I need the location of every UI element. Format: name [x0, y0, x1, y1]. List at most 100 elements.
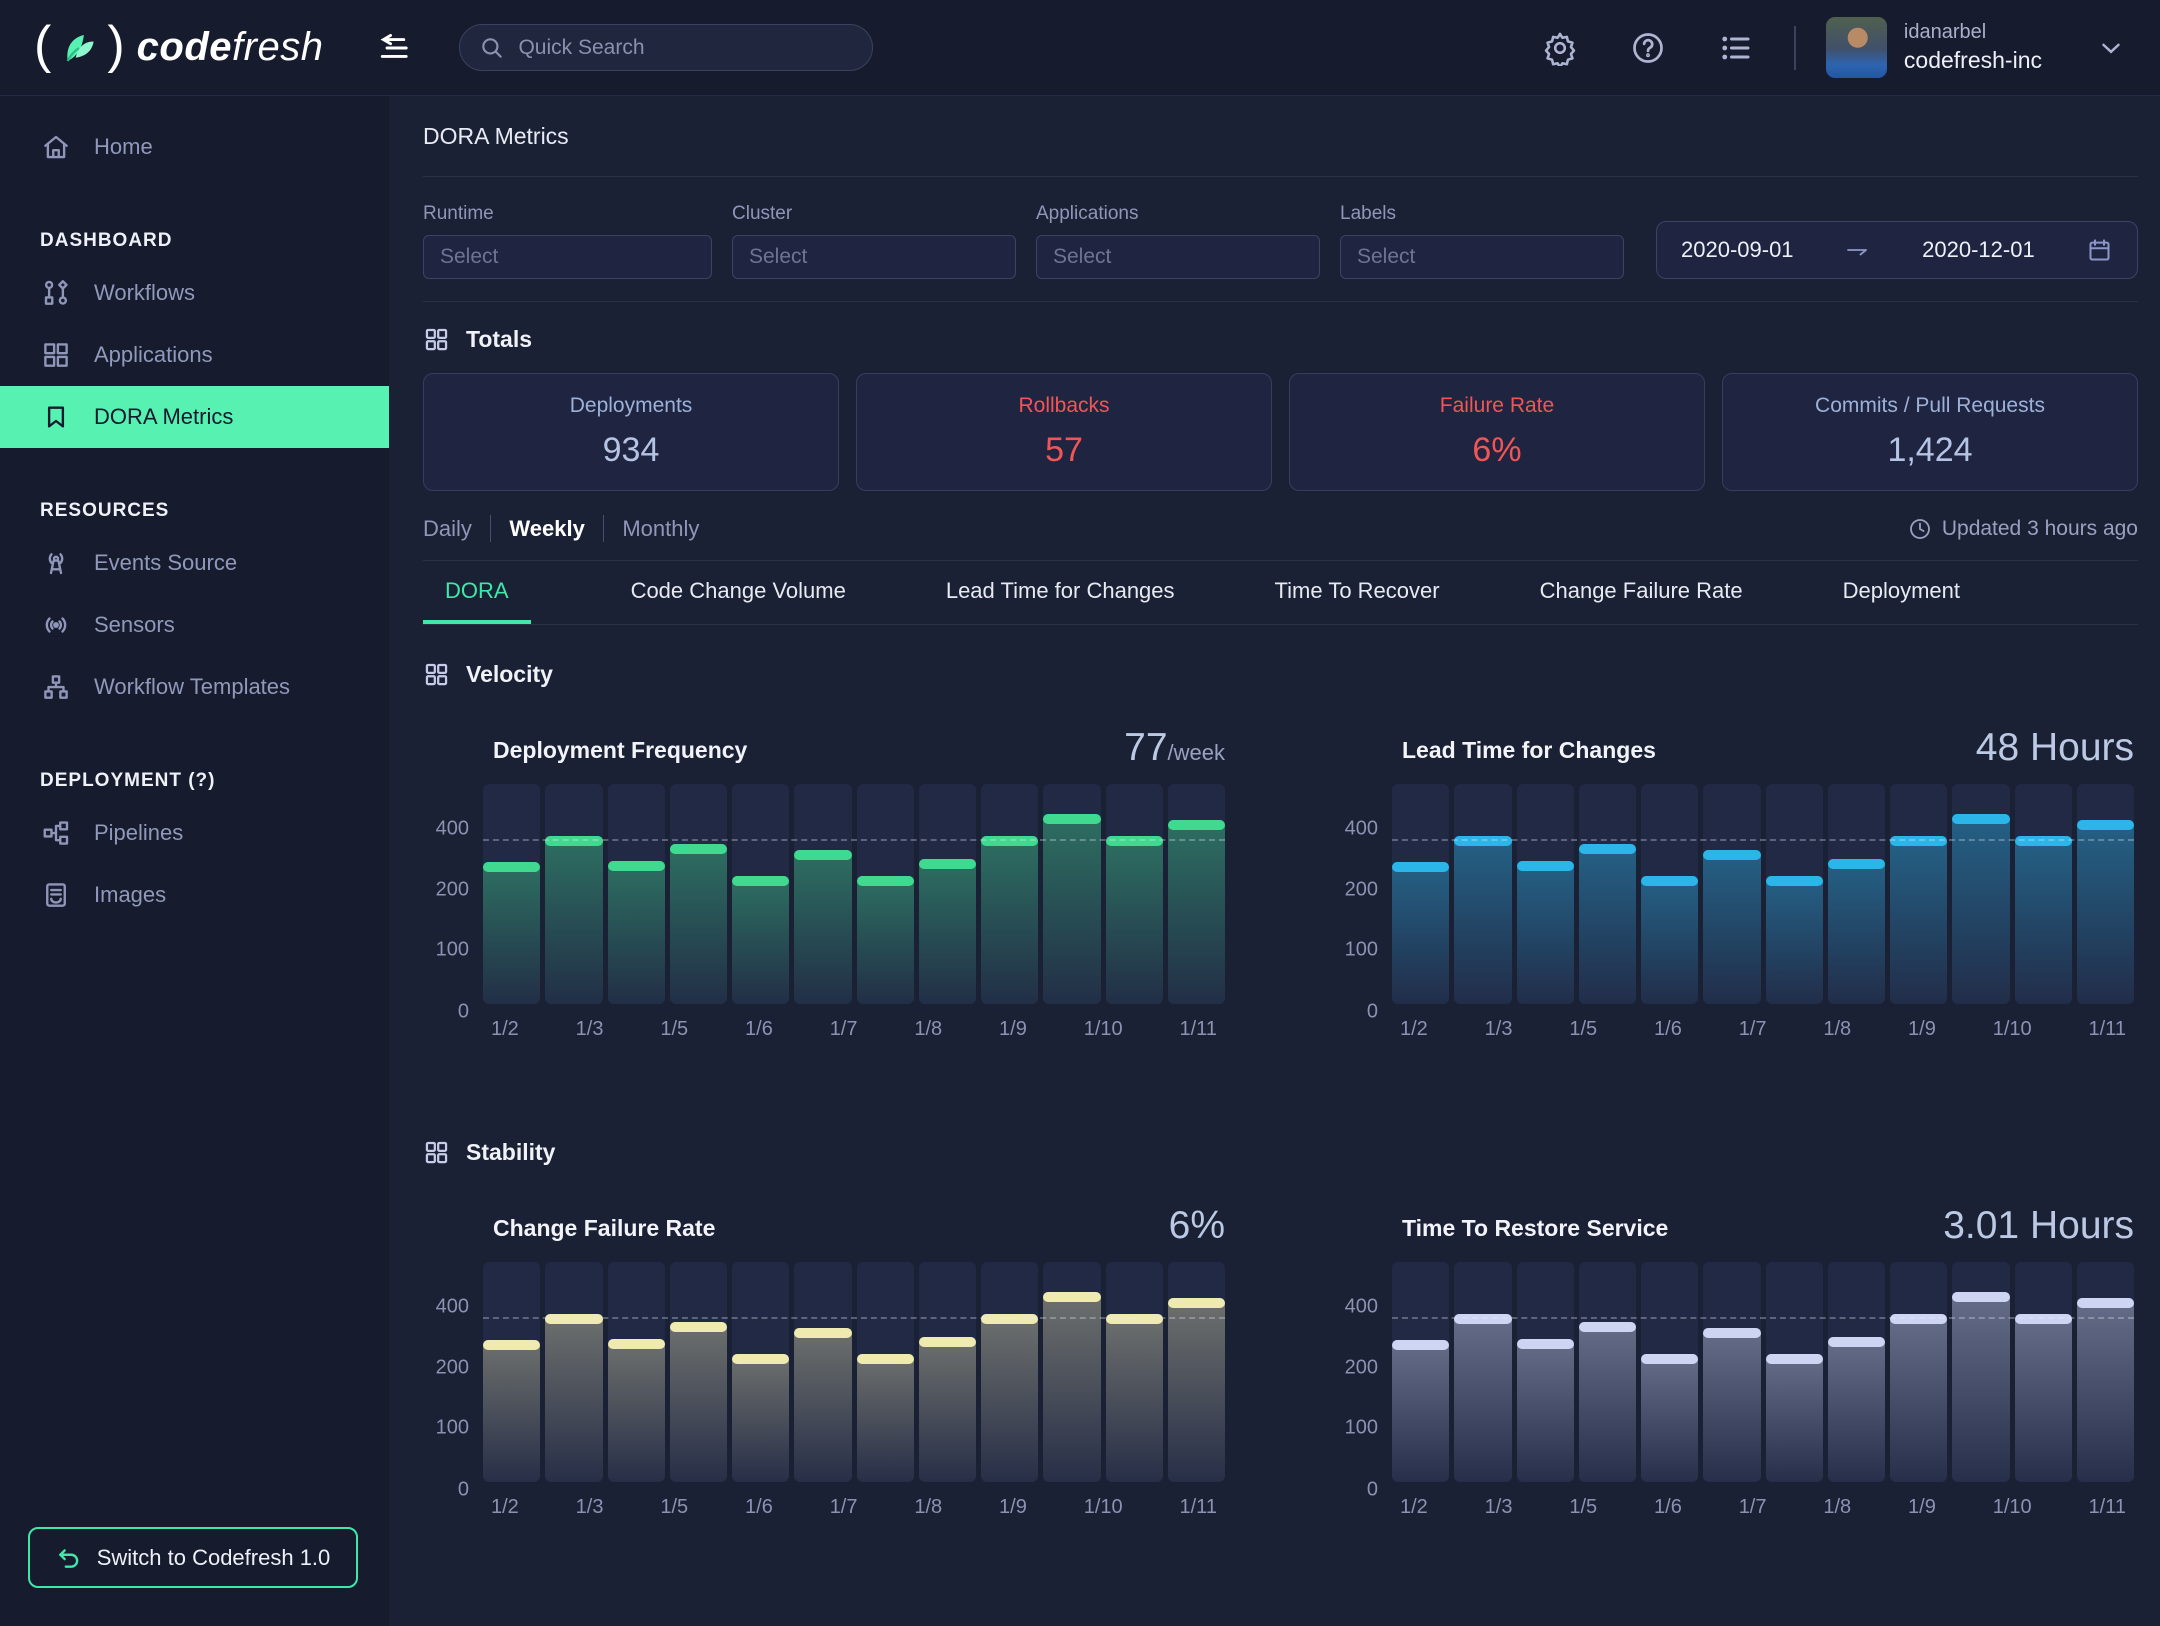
tab-code-change-volume[interactable]: Code Change Volume — [631, 561, 846, 624]
filter-applications: Applications Select — [1036, 203, 1320, 279]
y-tick-label: 0 — [1367, 1000, 1378, 1023]
collapse-sidebar-icon[interactable] — [375, 33, 411, 63]
y-tick-label: 400 — [436, 1296, 469, 1319]
bar-column — [732, 1262, 789, 1482]
x-tick-label: 1/5 — [1569, 1018, 1597, 1041]
user-avatar[interactable] — [1826, 17, 1887, 78]
sidebar-item-applications[interactable]: Applications — [0, 324, 389, 386]
tab-lead-time-for-changes[interactable]: Lead Time for Changes — [946, 561, 1175, 624]
grid-section-icon — [423, 661, 450, 688]
chart-metric: 6% — [1169, 1204, 1225, 1248]
x-tick-label: 1/7 — [830, 1018, 858, 1041]
sidebar-item-workflows[interactable]: Workflows — [0, 262, 389, 324]
sidebar-item-label: Workflows — [94, 280, 195, 306]
help-icon[interactable] — [1630, 30, 1666, 66]
date-range-picker[interactable]: 2020-09-01 2020-12-01 — [1656, 221, 2138, 279]
x-axis: 1/21/31/51/61/71/81/91/101/11 — [1392, 1482, 2134, 1519]
bar-column — [1952, 1262, 2009, 1482]
calendar-icon — [2086, 237, 2113, 264]
y-tick-label: 200 — [436, 878, 469, 901]
chart-title: Deployment Frequency — [493, 737, 747, 770]
filter-label: Runtime — [423, 203, 712, 225]
bar-column — [1106, 784, 1163, 1004]
date-end: 2020-12-01 — [1922, 237, 2035, 263]
runtime-select[interactable]: Select — [423, 235, 712, 279]
card-value: 6% — [1472, 431, 1521, 470]
sidebar-item-pipelines[interactable]: Pipelines — [0, 802, 389, 864]
bar-column — [2077, 1262, 2134, 1482]
updated-status: Updated 3 hours ago — [1908, 517, 2138, 541]
metric-value: 77 — [1124, 726, 1167, 769]
bar-column — [483, 1262, 540, 1482]
quick-search[interactable] — [459, 24, 873, 71]
sidebar-item-home[interactable]: Home — [0, 116, 389, 178]
time-to-restore-service-chart: Time To Restore Service 3.01 Hours 40020… — [1344, 1204, 2134, 1519]
filter-runtime: Runtime Select — [423, 203, 712, 279]
logo-paren-left: ( — [34, 19, 51, 71]
x-tick-label: 1/11 — [1180, 1496, 1217, 1519]
tab-change-failure-rate[interactable]: Change Failure Rate — [1540, 561, 1743, 624]
bar-plot — [1392, 1262, 2134, 1482]
granularity-row: Daily Weekly Monthly Updated 3 hours ago — [423, 515, 2138, 542]
sidebar-item-dora-metrics[interactable]: DORA Metrics — [0, 386, 389, 448]
user-info[interactable]: idanarbel codefresh-inc — [1904, 21, 2042, 74]
select-placeholder: Select — [440, 245, 498, 269]
sidebar-item-sensors[interactable]: Sensors — [0, 594, 389, 656]
search-input[interactable] — [518, 36, 853, 60]
settings-gear-icon[interactable] — [1542, 30, 1578, 66]
labels-select[interactable]: Select — [1340, 235, 1624, 279]
cluster-select[interactable]: Select — [732, 235, 1016, 279]
bar-column — [608, 784, 665, 1004]
x-tick-label: 1/7 — [1739, 1018, 1767, 1041]
x-tick-label: 1/6 — [1654, 1496, 1682, 1519]
bar-plot — [1392, 784, 2134, 1004]
y-tick-label: 100 — [1345, 1417, 1378, 1440]
x-tick-label: 1/9 — [1908, 1496, 1936, 1519]
granularity-daily[interactable]: Daily — [423, 516, 472, 542]
tab-deployment[interactable]: Deployment — [1843, 561, 1960, 624]
applications-select[interactable]: Select — [1036, 235, 1320, 279]
bar-column — [2015, 784, 2072, 1004]
y-tick-label: 200 — [1345, 1356, 1378, 1379]
total-card-failure-rate: Failure Rate 6% — [1289, 373, 1705, 491]
bar-column — [1579, 1262, 1636, 1482]
totals-heading: Totals — [466, 326, 532, 353]
x-tick-label: 1/8 — [1823, 1496, 1851, 1519]
card-label: Commits / Pull Requests — [1815, 394, 2045, 418]
user-name: idanarbel — [1904, 21, 2042, 44]
bar-column — [1454, 784, 1511, 1004]
switch-to-codefresh-1-button[interactable]: Switch to Codefresh 1.0 — [28, 1527, 358, 1588]
select-placeholder: Select — [1357, 245, 1415, 269]
x-tick-label: 1/9 — [1908, 1018, 1936, 1041]
bar-column — [1641, 1262, 1698, 1482]
separator — [490, 515, 492, 542]
y-tick-label: 0 — [458, 1000, 469, 1023]
sidebar-item-label: Sensors — [94, 612, 175, 638]
task-list-icon[interactable] — [1718, 30, 1754, 66]
y-tick-label: 400 — [1345, 1296, 1378, 1319]
y-tick-label: 0 — [1367, 1478, 1378, 1501]
tab-time-to-recover[interactable]: Time To Recover — [1275, 561, 1440, 624]
x-tick-label: 1/2 — [491, 1496, 519, 1519]
x-tick-label: 1/10 — [1084, 1496, 1123, 1519]
bar-column — [1106, 1262, 1163, 1482]
sidebar-item-label: Events Source — [94, 550, 237, 576]
sidebar-item-images[interactable]: Images — [0, 864, 389, 926]
chevron-down-icon[interactable] — [2096, 33, 2126, 63]
sidebar-item-events-source[interactable]: Events Source — [0, 532, 389, 594]
chart-title: Change Failure Rate — [493, 1215, 715, 1248]
sidebar-section-dashboard: DASHBOARD — [0, 230, 389, 252]
sidebar-nav: Home DASHBOARD Workflows ApplicationsDORA M… — [0, 116, 389, 926]
x-tick-label: 1/3 — [576, 1018, 604, 1041]
x-axis: 1/21/31/51/61/71/81/91/101/11 — [483, 1004, 1225, 1041]
granularity-monthly[interactable]: Monthly — [622, 516, 699, 542]
bar-column — [919, 784, 976, 1004]
tab-dora[interactable]: DORA — [423, 561, 531, 624]
average-dashed-line — [1392, 1317, 2134, 1319]
card-value: 1,424 — [1887, 431, 1972, 470]
filter-labels: Labels Select — [1340, 203, 1624, 279]
x-tick-label: 1/2 — [491, 1018, 519, 1041]
dora-icon — [40, 402, 72, 432]
sidebar-item-workflow-templates[interactable]: Workflow Templates — [0, 656, 389, 718]
granularity-weekly[interactable]: Weekly — [509, 516, 584, 542]
